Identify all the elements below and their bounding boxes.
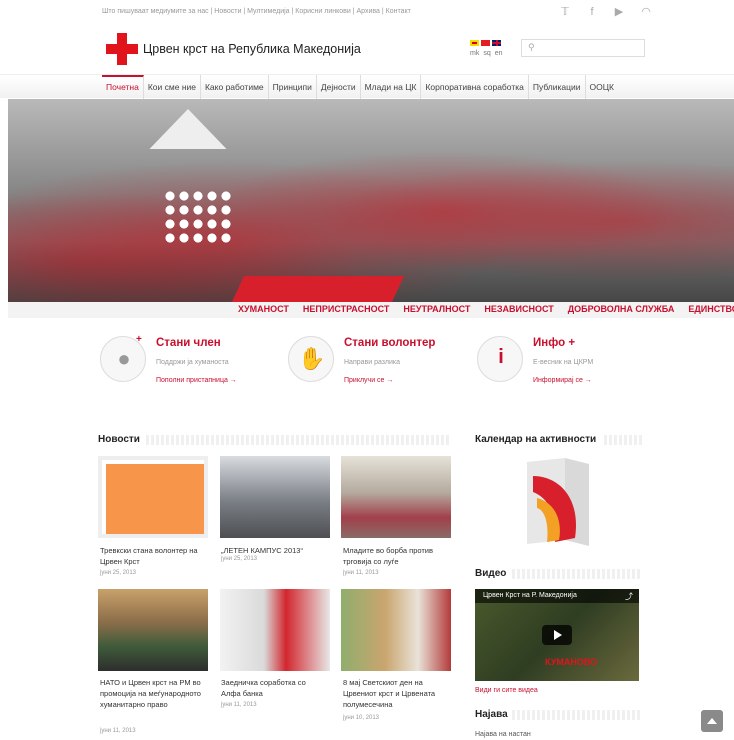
- news-title: Новости: [98, 434, 140, 445]
- facebook-icon[interactable]: f: [584, 5, 600, 19]
- nav-principles[interactable]: Принципи: [269, 75, 317, 99]
- calendar-title: Календар на активности: [475, 434, 597, 445]
- principle-voluntary-service[interactable]: ДОБРОВОЛНА СЛУЖБА: [568, 304, 675, 314]
- share-icon[interactable]: ⤴: [625, 591, 633, 602]
- video-title: Видео: [475, 568, 507, 579]
- news-image-placeholder[interactable]: [98, 456, 208, 538]
- cta-info-subtitle: Е-весник на ЦКРМ: [533, 359, 594, 366]
- news-image[interactable]: [220, 456, 330, 538]
- news-caption[interactable]: „ЛЕТЕН КАМПУС 2013“: [221, 545, 333, 556]
- principle-impartiality[interactable]: НЕПРИСТРАСНОСТ: [303, 304, 389, 314]
- cta-info-title[interactable]: Инфо +: [533, 337, 575, 349]
- cta-member-title[interactable]: Стани член: [156, 337, 221, 349]
- news-image[interactable]: [98, 589, 208, 671]
- main-nav: Почетна Кои сме ние Како работиме Принци…: [0, 74, 734, 99]
- flag-en-icon[interactable]: [492, 40, 501, 46]
- news-caption[interactable]: НАТО и Црвен крст на РМ во промоција на …: [100, 677, 208, 710]
- nav-activities[interactable]: Дејности: [317, 75, 361, 99]
- announcement-item[interactable]: Најава на настан: [475, 731, 531, 738]
- nav-how-we-work[interactable]: Како работиме: [201, 75, 269, 99]
- calendar-title-rule: [604, 435, 642, 445]
- news-date: јуни 25, 2013: [100, 570, 137, 576]
- announcement-title: Најава: [475, 709, 508, 720]
- calendar-flag-graphic[interactable]: [519, 458, 591, 554]
- hero-balloons: [163, 189, 233, 244]
- news-date: јуни 11, 2013: [221, 702, 257, 708]
- principle-humanity[interactable]: ХУМАНОСТ: [238, 304, 289, 314]
- top-links[interactable]: Што пишуваат медиумите за нас | Новости …: [102, 8, 411, 15]
- nav-about[interactable]: Кои сме ние: [144, 75, 201, 99]
- news-image[interactable]: [341, 456, 451, 538]
- nav-corporate[interactable]: Корпоративна соработка: [421, 75, 529, 99]
- cta-member-subtitle: Поддржи ја хуманоста: [156, 359, 229, 366]
- video-title-rule: [512, 569, 642, 579]
- nav-publications[interactable]: Публикации: [529, 75, 586, 99]
- hero-tent: [149, 109, 227, 149]
- hero-banner[interactable]: [8, 99, 734, 302]
- search-input[interactable]: ⚲: [521, 39, 645, 57]
- site-title[interactable]: Црвен крст на Република Македонија: [143, 42, 361, 56]
- news-title-rule: [146, 435, 450, 445]
- cta-info[interactable]: i Инфо + Е-весник на ЦКРМ Информирај се …: [477, 332, 627, 392]
- scroll-to-top-button[interactable]: [701, 710, 723, 732]
- announcement-title-rule: [512, 710, 642, 720]
- news-date: јуни 11, 2013: [100, 728, 136, 734]
- cta-volunteer-link[interactable]: Приклучи се →: [344, 377, 393, 384]
- news-image[interactable]: [341, 589, 451, 671]
- hero-red-carpet: [231, 276, 405, 302]
- language-switcher: mk sq en: [470, 50, 503, 57]
- cta-volunteer-title[interactable]: Стани волонтер: [344, 337, 435, 349]
- language-flags: [470, 40, 501, 46]
- principle-neutrality[interactable]: НЕУТРАЛНОСТ: [403, 304, 470, 314]
- news-caption[interactable]: 8 мај Светскиот ден на Црвениот крст и Ц…: [343, 677, 449, 710]
- twitter-icon[interactable]: 𝕋: [557, 5, 573, 19]
- news-caption[interactable]: Младите во борба против трговија со луѓе: [343, 545, 451, 567]
- news-date: јуни 11, 2013: [343, 570, 379, 576]
- plus-icon: +: [136, 334, 142, 345]
- all-videos-link[interactable]: Види ги сите видеа: [475, 687, 538, 694]
- video-player[interactable]: Црвен Крст на Р. Македонија ⤴ КУМАНОВО: [475, 589, 639, 681]
- search-icon: ⚲: [528, 42, 535, 52]
- principle-independence[interactable]: НЕЗАВИСНОСТ: [484, 304, 553, 314]
- nav-youth[interactable]: Млади на ЦК: [361, 75, 422, 99]
- video-player-title[interactable]: Црвен Крст на Р. Македонија: [483, 592, 577, 599]
- nav-oock[interactable]: ООЦК: [586, 75, 618, 99]
- youtube-icon[interactable]: ▶: [611, 5, 627, 19]
- info-people-icon: i: [477, 336, 523, 382]
- cta-volunteer-subtitle: Направи разлика: [344, 359, 401, 366]
- video-overlay-text: КУМАНОВО: [545, 657, 598, 667]
- lang-en[interactable]: en: [495, 50, 503, 57]
- volunteer-hand-icon: ✋: [288, 336, 334, 382]
- news-date: јуни 10, 2013: [343, 715, 380, 721]
- news-image[interactable]: [220, 589, 330, 671]
- nav-home[interactable]: Почетна: [102, 75, 144, 99]
- news-caption[interactable]: Тревкски стана волонтер на Црвен Крст: [100, 545, 212, 567]
- principles-strip: ХУМАНОСТ НЕПРИСТРАСНОСТ НЕУТРАЛНОСТ НЕЗА…: [8, 302, 734, 318]
- lang-mk[interactable]: mk: [470, 50, 479, 57]
- cta-member[interactable]: ● + Стани член Поддржи ја хуманоста Попо…: [100, 332, 270, 392]
- rss-icon[interactable]: ◠: [638, 5, 654, 19]
- cta-info-link[interactable]: Информирај се →: [533, 377, 592, 384]
- play-button[interactable]: [542, 625, 572, 645]
- news-date: јуни 25, 2013: [221, 556, 258, 562]
- cta-volunteer[interactable]: ✋ Стани волонтер Направи разлика Приклуч…: [288, 332, 458, 392]
- flag-sq-icon[interactable]: [481, 40, 490, 46]
- principle-unity[interactable]: ЕДИНСТВО: [688, 304, 734, 314]
- flag-mk-icon[interactable]: [470, 40, 479, 46]
- red-cross-logo[interactable]: [106, 33, 138, 65]
- top-bar: Што пишуваат медиумите за нас | Новости …: [0, 0, 734, 26]
- cta-member-link[interactable]: Пополни пристапница →: [156, 377, 237, 384]
- lang-sq[interactable]: sq: [483, 50, 490, 57]
- social-links: 𝕋 f ▶ ◠: [557, 5, 654, 19]
- news-caption[interactable]: Заедничка соработка со Алфа банка: [221, 677, 325, 699]
